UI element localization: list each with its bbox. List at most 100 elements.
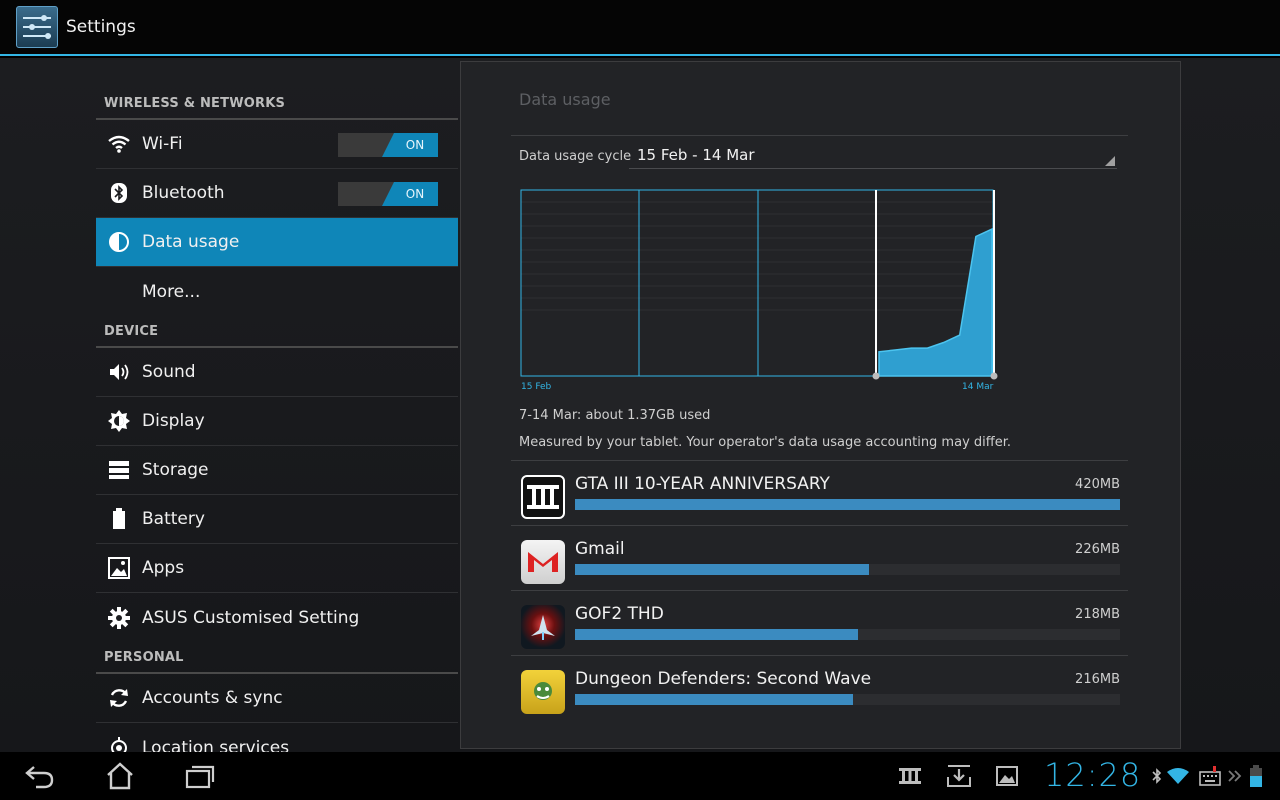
settings-list[interactable]: WIRELESS & NETWORKS Wi-Fi ON Bluetooth O… bbox=[96, 58, 458, 752]
app-usage-size: 218MB bbox=[1075, 607, 1120, 622]
back-button[interactable] bbox=[16, 760, 64, 792]
data-usage-label: Data usage bbox=[142, 232, 240, 252]
cycle-dropdown[interactable]: 15 Feb - 14 Mar bbox=[629, 142, 1117, 169]
app-usage-row[interactable]: GTA III 10-YEAR ANNIVERSARY 420MB bbox=[511, 460, 1128, 525]
settings-item-more[interactable]: More... bbox=[96, 267, 458, 316]
settings-item-storage[interactable]: Storage bbox=[96, 446, 458, 495]
accounts-sync-label: Accounts & sync bbox=[142, 688, 283, 708]
settings-item-apps[interactable]: Apps bbox=[96, 544, 458, 593]
app-usage-row[interactable]: Gmail 226MB bbox=[511, 525, 1128, 590]
usage-summary: 7-14 Mar: about 1.37GB used bbox=[519, 408, 711, 423]
download-notification-icon[interactable] bbox=[946, 764, 972, 788]
wifi-toggle[interactable]: ON bbox=[338, 133, 438, 157]
app-usage-row[interactable]: Dungeon Defenders: Second Wave 216MB bbox=[511, 655, 1128, 720]
usage-chart[interactable]: 15 Feb 14 Mar bbox=[517, 186, 998, 406]
settings-item-data-usage[interactable]: Data usage bbox=[96, 218, 458, 267]
asus-customised-label: ASUS Customised Setting bbox=[142, 607, 360, 628]
data-usage-panel: Data usage Data usage cycle 15 Feb - 14 … bbox=[460, 61, 1181, 749]
home-button[interactable] bbox=[96, 760, 144, 792]
apps-label: Apps bbox=[142, 558, 185, 578]
expand-status-icon bbox=[1226, 764, 1244, 788]
gof2-app-icon bbox=[521, 605, 565, 649]
usage-area bbox=[878, 227, 993, 377]
data-usage-icon bbox=[96, 231, 142, 253]
speaker-icon bbox=[96, 361, 142, 383]
gta-notification-icon[interactable] bbox=[898, 764, 922, 788]
divider bbox=[511, 135, 1128, 136]
recent-apps-icon bbox=[185, 765, 215, 789]
settings-item-asus-customised[interactable]: ASUS Customised Setting bbox=[96, 593, 458, 642]
storage-icon bbox=[96, 460, 142, 480]
cycle-label: Data usage cycle bbox=[519, 149, 632, 164]
screenshot-notification-icon[interactable] bbox=[994, 764, 1020, 788]
storage-label: Storage bbox=[142, 460, 209, 480]
app-usage-size: 216MB bbox=[1075, 672, 1120, 687]
app-name: Gmail bbox=[575, 539, 625, 559]
app-usage-bar bbox=[575, 694, 1120, 705]
settings-item-bluetooth[interactable]: Bluetooth ON bbox=[96, 169, 458, 218]
gmail-app-icon bbox=[521, 540, 565, 584]
settings-app-icon[interactable] bbox=[16, 6, 58, 48]
app-usage-bar-fill bbox=[575, 564, 870, 575]
selection-end-knob bbox=[990, 372, 998, 380]
selection-start-knob bbox=[872, 372, 880, 380]
location-label: Location services bbox=[142, 737, 290, 753]
battery-status-icon bbox=[1248, 764, 1264, 788]
app-usage-row[interactable]: GOF2 THD 218MB bbox=[511, 590, 1128, 655]
keyboard-status-icon bbox=[1198, 764, 1222, 788]
location-icon bbox=[96, 736, 142, 752]
wifi-status-icon bbox=[1166, 764, 1190, 788]
x-end-label: 14 Mar bbox=[962, 382, 994, 392]
gta-app-icon bbox=[521, 475, 565, 519]
section-header-wireless: WIRELESS & NETWORKS bbox=[96, 88, 458, 120]
battery-icon bbox=[96, 508, 142, 530]
recent-apps-button[interactable] bbox=[176, 760, 224, 792]
wifi-toggle-state: ON bbox=[382, 133, 438, 157]
app-name: GOF2 THD bbox=[575, 604, 664, 624]
settings-item-display[interactable]: Display bbox=[96, 397, 458, 446]
bluetooth-status-icon bbox=[1150, 764, 1164, 788]
brightness-icon bbox=[96, 409, 142, 433]
battery-label: Battery bbox=[142, 509, 205, 529]
app-usage-bar bbox=[575, 629, 1120, 640]
gear-icon bbox=[96, 606, 142, 629]
settings-item-accounts-sync[interactable]: Accounts & sync bbox=[96, 674, 458, 723]
sound-label: Sound bbox=[142, 362, 196, 382]
app-usage-size: 420MB bbox=[1075, 477, 1120, 492]
settings-item-wifi[interactable]: Wi-Fi ON bbox=[96, 120, 458, 169]
section-header-device: DEVICE bbox=[96, 316, 458, 348]
wifi-icon bbox=[96, 134, 142, 154]
app-usage-bar-fill bbox=[575, 629, 859, 640]
status-clock[interactable]: 12:28 bbox=[1044, 756, 1141, 794]
bluetooth-toggle-state: ON bbox=[382, 182, 438, 206]
main-content: WIRELESS & NETWORKS Wi-Fi ON Bluetooth O… bbox=[0, 58, 1280, 752]
home-icon bbox=[107, 762, 133, 790]
usage-chart-svg: 15 Feb 14 Mar bbox=[520, 189, 998, 392]
bluetooth-icon bbox=[96, 182, 142, 204]
panel-title: Data usage bbox=[519, 90, 611, 109]
dropdown-arrow-icon bbox=[1105, 156, 1115, 166]
sync-icon bbox=[96, 687, 142, 709]
system-bar: 12:28 bbox=[0, 752, 1280, 800]
app-usage-bar bbox=[575, 564, 1120, 575]
app-usage-size: 226MB bbox=[1075, 542, 1120, 557]
more-label: More... bbox=[142, 281, 201, 302]
bluetooth-label: Bluetooth bbox=[142, 183, 225, 203]
section-header-personal: PERSONAL bbox=[96, 642, 458, 674]
dungeon-defenders-app-icon bbox=[521, 670, 565, 714]
app-name: GTA III 10-YEAR ANNIVERSARY bbox=[575, 474, 830, 494]
action-bar: Settings bbox=[0, 0, 1280, 56]
settings-item-location[interactable]: Location services bbox=[96, 723, 458, 752]
app-usage-bar bbox=[575, 499, 1120, 510]
apps-icon bbox=[96, 557, 142, 579]
x-start-label: 15 Feb bbox=[521, 382, 552, 392]
app-usage-bar-fill bbox=[575, 499, 1120, 510]
bluetooth-toggle[interactable]: ON bbox=[338, 182, 438, 206]
cycle-value: 15 Feb - 14 Mar bbox=[637, 146, 755, 164]
display-label: Display bbox=[142, 411, 205, 431]
measurement-note: Measured by your tablet. Your operator's… bbox=[519, 435, 1011, 450]
settings-item-battery[interactable]: Battery bbox=[96, 495, 458, 544]
back-icon bbox=[25, 766, 54, 789]
settings-item-sound[interactable]: Sound bbox=[96, 348, 458, 397]
app-name: Dungeon Defenders: Second Wave bbox=[575, 669, 872, 689]
